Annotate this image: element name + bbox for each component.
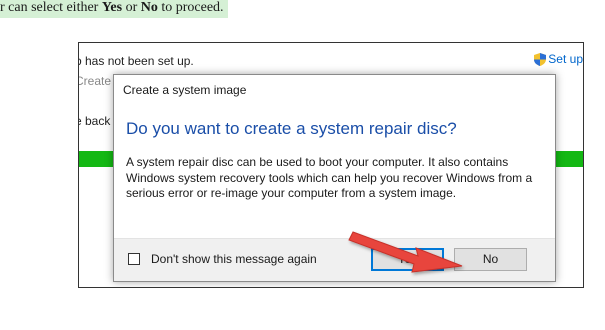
dialog-body-text: A system repair disc can be used to boot…	[126, 155, 533, 200]
caption-yes: Yes	[101, 0, 123, 15]
caption-prefix: r can select either	[0, 0, 102, 15]
system-repair-disc-dialog: Create a system image Do you want to cre…	[113, 74, 556, 282]
setup-link[interactable]: Set up	[534, 52, 583, 66]
backup-status-text: o has not been set up.	[78, 54, 194, 68]
tutorial-caption: r can select either Yes or No to proceed…	[0, 0, 228, 18]
yes-button[interactable]: Yes	[371, 248, 444, 271]
dialog-title: Create a system image	[123, 83, 247, 97]
uac-shield-icon	[534, 52, 547, 66]
create-text: Create	[78, 74, 112, 88]
back-text: e back	[78, 114, 111, 128]
screenshot-frame: o has not been set up. Create e back Set…	[78, 42, 584, 288]
dont-show-again-checkbox[interactable]	[128, 253, 140, 265]
caption-suffix: to proceed.	[157, 0, 224, 15]
caption-middle: or	[122, 0, 141, 15]
dialog-footer: Don't show this message again Yes No	[114, 238, 555, 281]
no-button[interactable]: No	[454, 248, 527, 271]
dont-show-again-label[interactable]: Don't show this message again	[151, 252, 317, 266]
caption-no: No	[140, 0, 158, 15]
dialog-heading: Do you want to create a system repair di…	[126, 119, 457, 138]
setup-link-label[interactable]: Set up	[548, 52, 583, 66]
